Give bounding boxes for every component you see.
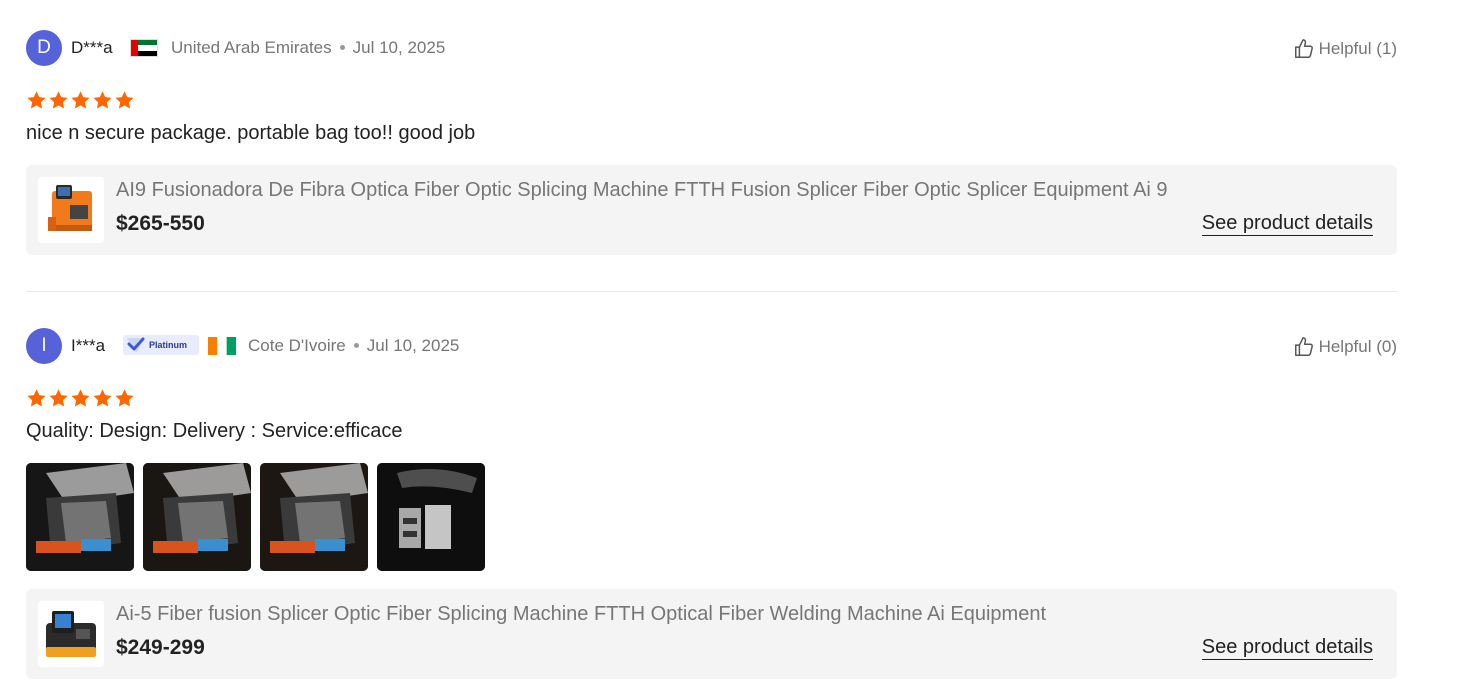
product-card[interactable]: Ai-5 Fiber fusion Splicer Optic Fiber Sp… — [26, 589, 1397, 679]
star-icon — [92, 388, 113, 409]
product-price: $249-299 — [116, 636, 205, 659]
review-photo[interactable] — [143, 463, 251, 571]
star-rating — [26, 90, 135, 111]
separator-dot — [353, 342, 359, 348]
badge-label: Platinum — [149, 340, 188, 350]
see-product-details-link[interactable]: See product details — [1201, 636, 1373, 660]
reviewer-name: D***a — [71, 38, 113, 57]
review-photos — [26, 463, 485, 571]
review-card: D D***a United Arab Emirates Jul 10, 2025… — [26, 30, 1397, 255]
review-date: Jul 10, 2025 — [352, 38, 446, 57]
product-price: $265-550 — [116, 212, 205, 235]
review-photo[interactable] — [260, 463, 368, 571]
country: Cote D'Ivoire — [248, 336, 346, 355]
product-thumbnail[interactable] — [38, 601, 104, 667]
review-photo[interactable] — [26, 463, 134, 571]
star-icon — [114, 388, 135, 409]
star-icon — [48, 90, 69, 111]
thumbs-up-icon — [1294, 39, 1313, 58]
thumbs-up-icon — [1294, 337, 1313, 356]
review-header: I I***a Platinum Cote D'Ivoire Jul 10, 20… — [26, 328, 1397, 364]
helpful-button[interactable]: Helpful (0) — [1293, 336, 1397, 358]
review-meta: United Arab Emirates Jul 10, 2025 — [171, 38, 445, 58]
star-icon — [92, 90, 113, 111]
review-header: D D***a United Arab Emirates Jul 10, 2025… — [26, 30, 1397, 66]
review-photo[interactable] — [377, 463, 485, 571]
review-date: Jul 10, 2025 — [366, 336, 460, 355]
platinum-badge: Platinum — [123, 335, 199, 355]
helpful-label: Helpful (1) — [1318, 39, 1397, 58]
divider — [26, 291, 1397, 292]
avatar: D — [26, 30, 62, 66]
review-comment: nice n secure package. portable bag too!… — [26, 122, 476, 144]
avatar: I — [26, 328, 62, 364]
product-title[interactable]: AI9 Fusionadora De Fibra Optica Fiber Op… — [116, 179, 1168, 202]
helpful-label: Helpful (0) — [1318, 337, 1397, 356]
see-product-details-link[interactable]: See product details — [1201, 212, 1373, 236]
helpful-button[interactable]: Helpful (1) — [1293, 38, 1397, 60]
review-comment: Quality: Design: Delivery : Service:effi… — [26, 420, 403, 442]
country: United Arab Emirates — [171, 38, 332, 57]
separator-dot — [339, 44, 345, 50]
star-icon — [26, 388, 47, 409]
star-icon — [48, 388, 69, 409]
product-title[interactable]: Ai-5 Fiber fusion Splicer Optic Fiber Sp… — [116, 603, 1046, 626]
star-icon — [70, 388, 91, 409]
review-meta: Cote D'Ivoire Jul 10, 2025 — [248, 336, 459, 356]
review-card: I I***a Platinum Cote D'Ivoire Jul 10, 20… — [26, 328, 1397, 679]
verified-check-icon — [127, 337, 145, 353]
cote-divoire-flag-icon — [208, 337, 236, 355]
uae-flag-icon — [130, 39, 158, 57]
star-icon — [114, 90, 135, 111]
star-icon — [26, 90, 47, 111]
star-icon — [70, 90, 91, 111]
star-rating — [26, 388, 135, 409]
product-card[interactable]: AI9 Fusionadora De Fibra Optica Fiber Op… — [26, 165, 1397, 255]
product-thumbnail[interactable] — [38, 177, 104, 243]
reviewer-name: I***a — [71, 336, 106, 355]
